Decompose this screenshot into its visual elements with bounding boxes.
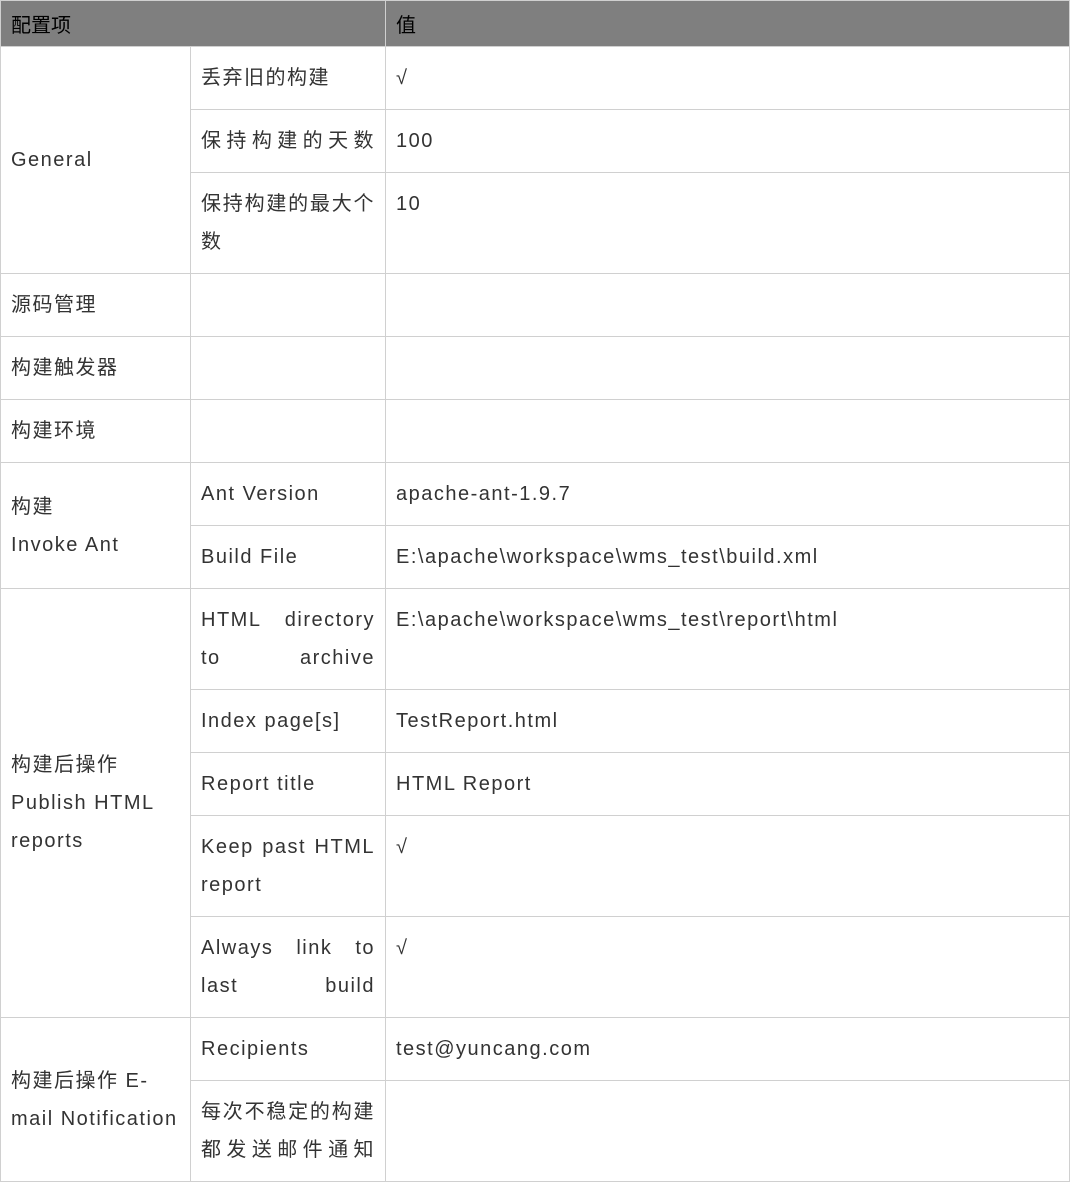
key-cell: 丢弃旧的构建	[191, 47, 386, 110]
key-cell: Report title	[191, 753, 386, 816]
value-cell: HTML Report	[386, 753, 1070, 816]
value-cell	[386, 337, 1070, 400]
key-cell: 每次不稳定的构建都发送邮件通知	[191, 1081, 386, 1182]
value-cell: test@yuncang.com	[386, 1018, 1070, 1081]
key-cell: Always link to last build	[191, 917, 386, 1018]
table-row: 构建后操作 E-mail NotificationRecipientstest@…	[1, 1018, 1070, 1081]
value-cell: √	[386, 47, 1070, 110]
table-row: 构建后操作 Publish HTML reportsHTML directory…	[1, 589, 1070, 690]
value-cell	[386, 400, 1070, 463]
key-cell: 保持构建的最大个数	[191, 173, 386, 274]
table-row: 构建环境	[1, 400, 1070, 463]
key-cell: HTML directory to archive	[191, 589, 386, 690]
value-cell: apache-ant-1.9.7	[386, 463, 1070, 526]
value-cell: TestReport.html	[386, 690, 1070, 753]
section-cell: General	[1, 47, 191, 274]
key-cell: 保持构建的天数	[191, 110, 386, 173]
value-cell	[386, 1081, 1070, 1182]
key-cell	[191, 274, 386, 337]
value-cell: 10	[386, 173, 1070, 274]
key-cell: Recipients	[191, 1018, 386, 1081]
value-cell: √	[386, 816, 1070, 917]
value-cell: E:\apache\workspace\wms_test\build.xml	[386, 526, 1070, 589]
header-value: 值	[386, 1, 1070, 47]
table-row: 源码管理	[1, 274, 1070, 337]
key-cell	[191, 337, 386, 400]
value-cell	[386, 274, 1070, 337]
section-cell: 构建后操作 E-mail Notification	[1, 1018, 191, 1182]
table-row: 构建触发器	[1, 337, 1070, 400]
key-cell: Index page[s]	[191, 690, 386, 753]
value-cell: E:\apache\workspace\wms_test\report\html	[386, 589, 1070, 690]
key-cell	[191, 400, 386, 463]
header-config-item: 配置项	[1, 1, 386, 47]
table-body: General丢弃旧的构建√保持构建的天数100保持构建的最大个数10源码管理构…	[1, 47, 1070, 1182]
section-cell: 源码管理	[1, 274, 191, 337]
section-cell: 构建触发器	[1, 337, 191, 400]
key-cell: Build File	[191, 526, 386, 589]
table-row: General丢弃旧的构建√	[1, 47, 1070, 110]
key-cell: Ant Version	[191, 463, 386, 526]
value-cell: √	[386, 917, 1070, 1018]
section-cell: 构建后操作 Publish HTML reports	[1, 589, 191, 1018]
config-table: 配置项 值 General丢弃旧的构建√保持构建的天数100保持构建的最大个数1…	[0, 0, 1070, 1182]
key-cell: Keep past HTML report	[191, 816, 386, 917]
value-cell: 100	[386, 110, 1070, 173]
section-cell: 构建环境	[1, 400, 191, 463]
table-row: 构建 Invoke AntAnt Versionapache-ant-1.9.7	[1, 463, 1070, 526]
section-cell: 构建 Invoke Ant	[1, 463, 191, 589]
